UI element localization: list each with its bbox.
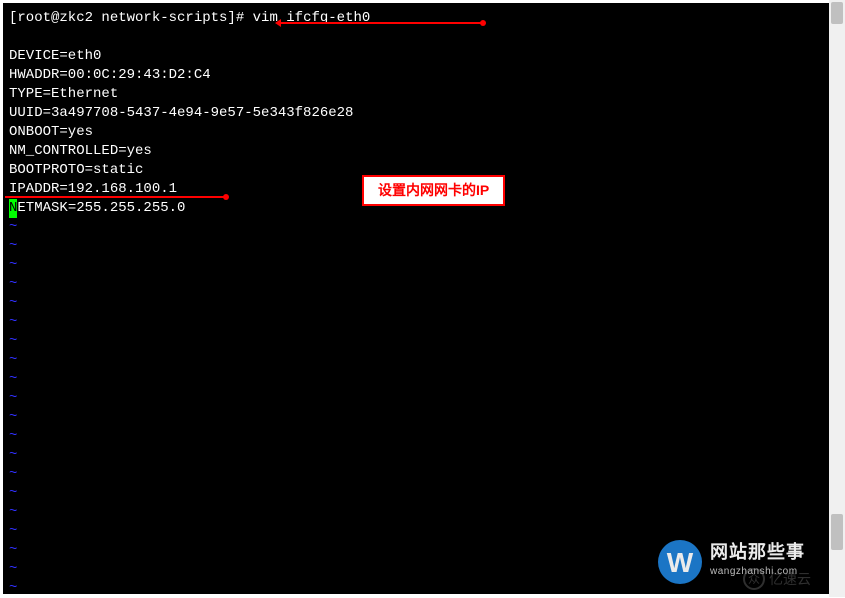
annotation-dot-right xyxy=(480,20,486,26)
vim-empty-line: ~ xyxy=(9,446,823,465)
vim-empty-line: ~ xyxy=(9,370,823,389)
watermark2-icon: 众 xyxy=(743,568,765,590)
shell-prompt-line: [root@zkc2 network-scripts]# vim ifcfg-e… xyxy=(9,9,823,28)
annotation-label: 设置内网网卡的IP xyxy=(378,182,489,198)
vim-editor-content[interactable]: DEVICE=eth0 HWADDR=00:0C:29:43:D2:C4 TYP… xyxy=(9,47,823,598)
watermark-secondary: 众 亿速云 xyxy=(743,568,811,590)
config-type: TYPE=Ethernet xyxy=(9,85,823,104)
vertical-scrollbar[interactable] xyxy=(829,0,845,597)
vim-empty-line: ~ xyxy=(9,408,823,427)
config-netmask-rest: ETMASK=255.255.255.0 xyxy=(17,200,185,216)
watermark-cn: 网站那些事 xyxy=(710,543,805,562)
annotation-arrow-left xyxy=(275,19,281,27)
vim-empty-line: ~ xyxy=(9,503,823,522)
config-nm-controlled: NM_CONTROLLED=yes xyxy=(9,142,823,161)
vim-empty-line: ~ xyxy=(9,427,823,446)
terminal-window[interactable]: [root@zkc2 network-scripts]# vim ifcfg-e… xyxy=(3,3,829,594)
vim-empty-line: ~ xyxy=(9,218,823,237)
vim-empty-line: ~ xyxy=(9,256,823,275)
vim-empty-line: ~ xyxy=(9,313,823,332)
vim-empty-line: ~ xyxy=(9,522,823,541)
annotation-callout: 设置内网网卡的IP xyxy=(362,175,505,206)
watermark2-text: 亿速云 xyxy=(769,570,811,589)
scrollbar-thumb-bottom[interactable] xyxy=(831,514,843,550)
vim-empty-line: ~ xyxy=(9,465,823,484)
vim-empty-line: ~ xyxy=(9,294,823,313)
prompt-user-host: [root@zkc2 network-scripts]# xyxy=(9,10,244,26)
vim-empty-line: ~ xyxy=(9,351,823,370)
vim-empty-line: ~ xyxy=(9,389,823,408)
annotation-dot-ip xyxy=(223,194,229,200)
vim-empty-line: ~ xyxy=(9,275,823,294)
watermark-icon: W xyxy=(658,540,702,584)
config-device: DEVICE=eth0 xyxy=(9,47,823,66)
scrollbar-thumb-top[interactable] xyxy=(831,2,843,24)
config-onboot: ONBOOT=yes xyxy=(9,123,823,142)
vim-empty-line: ~ xyxy=(9,237,823,256)
vim-empty-line: ~ xyxy=(9,332,823,351)
config-uuid: UUID=3a497708-5437-4e94-9e57-5e343f826e2… xyxy=(9,104,823,123)
config-hwaddr: HWADDR=00:0C:29:43:D2:C4 xyxy=(9,66,823,85)
watermark-icon-letter: W xyxy=(667,553,693,572)
vim-empty-line: ~ xyxy=(9,484,823,503)
annotation-underline-ip xyxy=(5,196,227,198)
annotation-underline-command xyxy=(280,22,485,24)
